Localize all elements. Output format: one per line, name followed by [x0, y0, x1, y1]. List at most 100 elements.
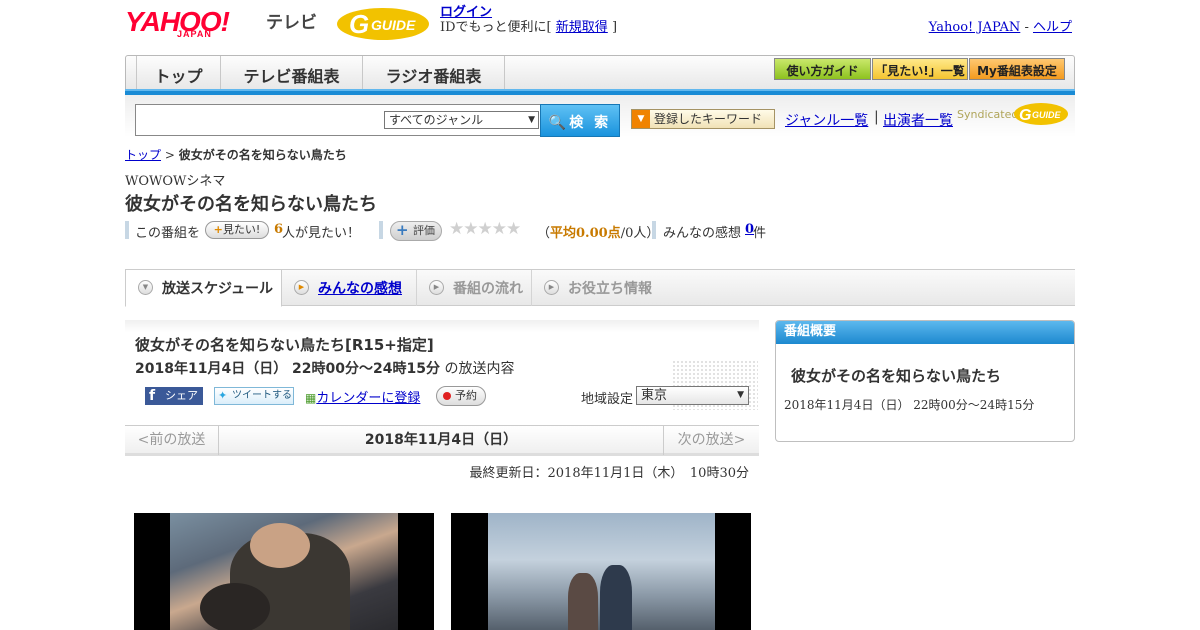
program-image-2-content: [488, 513, 715, 630]
impressions-label: みんなの感想: [663, 226, 742, 241]
figure-shape: [250, 523, 310, 568]
login-note: IDでもっと便利に[: [440, 20, 552, 35]
search-icon: 🔍: [548, 115, 570, 131]
facebook-share-button[interactable]: f シェア: [145, 387, 203, 405]
main-nav: トップ テレビ番組表 ラジオ番組表 使い方ガイド 「見たい!」一覧 My番組表設…: [125, 55, 1075, 92]
tab-label: お役立ち情報: [568, 281, 652, 297]
registered-keyword-button[interactable]: ▼ 登録したキーワード: [631, 109, 775, 129]
tweet-button[interactable]: ✦ ツイートする: [214, 387, 294, 405]
region-select[interactable]: 東京 ▼: [636, 386, 749, 405]
tab-info[interactable]: ▶ お役立ち情報: [532, 270, 662, 306]
guide-button[interactable]: 使い方ガイド: [774, 58, 871, 80]
broadcast-datetime-value: 2018年11月4日（日） 22時00分～24時15分: [135, 361, 440, 377]
dropdown-arrow-icon: ▼: [737, 390, 744, 400]
this-program-label: この番組を: [135, 226, 201, 241]
chevron-right-icon: ▶: [429, 280, 444, 295]
breadcrumb: トップ > 彼女がその名を知らない鳥たち: [125, 146, 347, 163]
broadcast-title: 彼女がその名を知らない鳥たち[R15+指定]: [135, 336, 434, 354]
tab-label: 番組の流れ: [453, 281, 523, 297]
broadcast-datetime-suffix: の放送内容: [444, 361, 515, 377]
tab-label: 放送スケジュール: [162, 281, 274, 297]
chevron-right-icon: ▶: [294, 280, 309, 295]
record-icon: [443, 392, 451, 400]
search-button-label: 検 索: [569, 115, 612, 131]
next-broadcast-link[interactable]: 次の放送>: [663, 426, 759, 455]
breadcrumb-home[interactable]: トップ: [125, 148, 161, 162]
registered-keyword-label: 登録したキーワード: [654, 112, 763, 126]
login-link[interactable]: ログイン: [440, 5, 492, 20]
genre-select[interactable]: すべてのジャンル ▼: [384, 111, 539, 129]
broadcast-box: 彼女がその名を知らない鳥たち[R15+指定] 2018年11月4日（日） 22時…: [125, 320, 759, 410]
last-updated: 最終更新日：2018年11月1日（木） 10時30分: [469, 466, 749, 481]
program-image-2: [451, 513, 751, 630]
yahoo-japan-sublogo: JAPAN: [177, 29, 212, 39]
tab-label: みんなの感想: [318, 281, 402, 297]
breadcrumb-current: 彼女がその名を知らない鳥たち: [178, 148, 347, 162]
yahoo-tv-logo[interactable]: YAHOO! JAPAN テレビ G GUIDE: [125, 6, 445, 42]
search-bar: すべてのジャンル ▼ 🔍検 索 ▼ 登録したキーワード ジャンル一覧 | 出演者…: [125, 95, 1075, 137]
reserve-label: 予約: [455, 389, 477, 402]
syndicated-label: Syndicated: [957, 108, 1019, 121]
program-stats: この番組を +見たい! 6 人が見たい！ + 評価 ★★★★★ （平均0.00点/…: [125, 219, 1075, 241]
facebook-icon: f: [149, 388, 156, 404]
calendar-register[interactable]: ▦カレンダーに登録: [305, 387, 420, 406]
chevron-right-icon: ▶: [544, 280, 559, 295]
rate-button[interactable]: + 評価: [390, 221, 442, 241]
login-area: ログイン IDでもっと便利に[ 新規取得 ]: [440, 5, 617, 35]
genre-select-value: すべてのジャンル: [389, 113, 484, 127]
rating-stars: ★★★★★: [449, 219, 521, 239]
help-link[interactable]: ヘルプ: [1033, 20, 1072, 35]
figure-shape: [600, 565, 632, 630]
nav-tab-top[interactable]: トップ: [136, 56, 221, 91]
tab-schedule[interactable]: ▼ 放送スケジュール: [125, 269, 282, 307]
divider: [125, 221, 129, 239]
svg-text:GUIDE: GUIDE: [1032, 110, 1062, 120]
reserve-button[interactable]: 予約: [436, 386, 486, 406]
program-summary-panel: 番組概要 彼女がその名を知らない鳥たち 2018年11月4日（日） 22時00分…: [775, 320, 1075, 442]
link-separator: |: [874, 109, 879, 125]
tab-flow[interactable]: ▶ 番組の流れ: [417, 270, 532, 306]
cast-list-link[interactable]: 出演者一覧: [883, 110, 953, 130]
svg-text:GUIDE: GUIDE: [371, 17, 416, 33]
avg-open: （: [537, 226, 551, 241]
yahoo-japan-link[interactable]: Yahoo! JAPAN: [929, 20, 1021, 35]
region-value: 東京: [641, 388, 668, 403]
gguide-logo: G GUIDE: [337, 8, 429, 40]
genre-list-link[interactable]: ジャンル一覧: [785, 110, 868, 130]
signup-link[interactable]: 新規取得: [556, 20, 608, 35]
divider: [652, 221, 656, 239]
region-label: 地域設定: [581, 392, 634, 407]
search-button[interactable]: 🔍検 索: [540, 104, 620, 137]
calendar-link[interactable]: カレンダーに登録: [316, 391, 420, 406]
channel-name: WOWOWシネマ: [125, 174, 226, 189]
watchlist-button[interactable]: 「見たい!」一覧: [872, 58, 968, 80]
breadcrumb-sep: >: [164, 148, 175, 162]
chevron-down-icon: ▼: [138, 280, 153, 295]
svg-text:G: G: [349, 9, 369, 39]
plus-icon: +: [213, 223, 223, 236]
nav-tab-tv[interactable]: テレビ番組表: [221, 56, 363, 91]
want-to-watch-button[interactable]: +見たい!: [205, 221, 269, 239]
calendar-icon: ▦: [305, 391, 317, 405]
nav-tab-radio[interactable]: ラジオ番組表: [363, 56, 505, 91]
program-image-1: [134, 513, 434, 630]
figure-shape: [200, 583, 270, 630]
broadcast-pager: <前の放送 2018年11月4日（日） 次の放送>: [125, 425, 759, 456]
program-tabs: ▼ 放送スケジュール ▶ みんなの感想 ▶ 番組の流れ ▶ お役立ち情報: [125, 269, 1075, 307]
plus-icon: +: [396, 221, 409, 239]
tv-label: テレビ: [266, 13, 317, 33]
tab-impressions[interactable]: ▶ みんなの感想: [282, 270, 417, 306]
share-label: シェア: [165, 389, 198, 402]
average-rating: （平均0.00点/0人）: [537, 222, 659, 241]
divider: [379, 221, 383, 239]
figure-shape: [568, 573, 598, 630]
my-schedule-button[interactable]: My番組表設定: [969, 58, 1065, 80]
login-note-end: ]: [611, 20, 618, 35]
prev-broadcast-link[interactable]: <前の放送: [125, 426, 219, 455]
avg-value: 平均0.00点: [550, 226, 621, 241]
program-image-1-content: [170, 513, 398, 630]
broadcast-datetime: 2018年11月4日（日） 22時00分～24時15分 の放送内容: [135, 358, 514, 378]
summary-heading: 番組概要: [776, 321, 1074, 344]
want-to-watch-label: 見たい!: [222, 223, 261, 236]
rate-label: 評価: [413, 224, 435, 237]
